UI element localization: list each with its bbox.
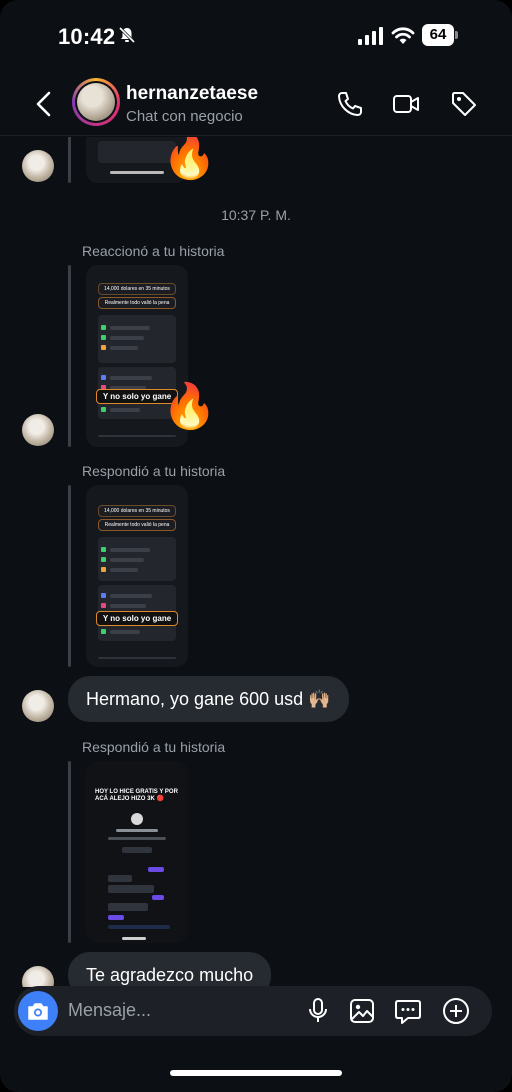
reply-bar (68, 485, 71, 667)
story-sticker: Y no solo yo gane (96, 611, 178, 626)
avatar[interactable] (22, 966, 54, 987)
reply-bar (68, 265, 71, 447)
camera-icon (28, 1003, 48, 1020)
battery-level: 64 (422, 24, 454, 46)
story-caption: HOY LO HICE GRATIS Y POR ACÁ ALEJO HIZO … (95, 789, 178, 802)
contact-subtitle: Chat con negocio (126, 108, 243, 125)
avatar[interactable] (22, 414, 54, 446)
battery-icon: 64 (422, 24, 458, 46)
story-note: Respondió a tu historia (82, 463, 226, 479)
chat-header: hernanzetaese Chat con negocio (0, 70, 512, 136)
video-camera-icon[interactable] (392, 90, 420, 118)
home-indicator[interactable] (170, 1070, 342, 1076)
sticker-chat-icon[interactable] (394, 997, 422, 1025)
avatar[interactable] (22, 150, 54, 182)
chat-screen: 10:42 64 hernanzetaese Chat con negocio … (0, 0, 512, 1092)
message-bubble[interactable]: Hermano, yo gane 600 usd 🙌🏼 (68, 676, 349, 722)
back-chevron-icon[interactable] (32, 90, 56, 118)
contact-username[interactable]: hernanzetaese (126, 83, 258, 105)
story-note: Reaccionó a tu historia (82, 243, 225, 259)
story-caption: Realmente todo valió la pena (98, 519, 176, 531)
message-input[interactable]: Mensaje... (68, 1000, 151, 1021)
bell-slash-icon (118, 26, 136, 44)
reply-bar (68, 137, 71, 183)
cellular-signal-icon (358, 27, 383, 45)
microphone-icon[interactable] (304, 997, 332, 1025)
story-preview[interactable]: HOY LO HICE GRATIS Y POR ACÁ ALEJO HIZO … (86, 761, 188, 943)
tag-icon[interactable] (450, 90, 478, 118)
story-preview[interactable]: 14,000 dolares en 35 minutos Realmente t… (86, 485, 188, 667)
wifi-icon (391, 27, 415, 44)
gallery-icon[interactable] (348, 997, 376, 1025)
avatar[interactable] (72, 78, 120, 126)
avatar[interactable] (22, 690, 54, 722)
reaction-emoji: 🔥 (162, 137, 217, 181)
story-caption: Realmente todo valió la pena (98, 297, 176, 309)
story-caption: 14,000 dolares en 35 minutos (98, 283, 176, 295)
status-bar: 10:42 64 (0, 0, 512, 70)
reaction-emoji: 🔥 (162, 382, 217, 431)
story-note: Respondió a tu historia (82, 739, 226, 755)
reply-bar (68, 761, 71, 943)
plus-circle-icon[interactable] (442, 997, 470, 1025)
message-composer: Mensaje... (14, 986, 492, 1036)
message-list[interactable]: 🔥 10:37 P. M. Reaccionó a tu historia 14… (0, 137, 512, 987)
message-bubble[interactable]: Te agradezco mucho (68, 952, 272, 987)
status-time: 10:42 (58, 24, 116, 49)
camera-button[interactable] (18, 991, 58, 1031)
story-caption: 14,000 dolares en 35 minutos (98, 505, 176, 517)
phone-icon[interactable] (336, 90, 364, 118)
timestamp: 10:37 P. M. (221, 207, 291, 223)
